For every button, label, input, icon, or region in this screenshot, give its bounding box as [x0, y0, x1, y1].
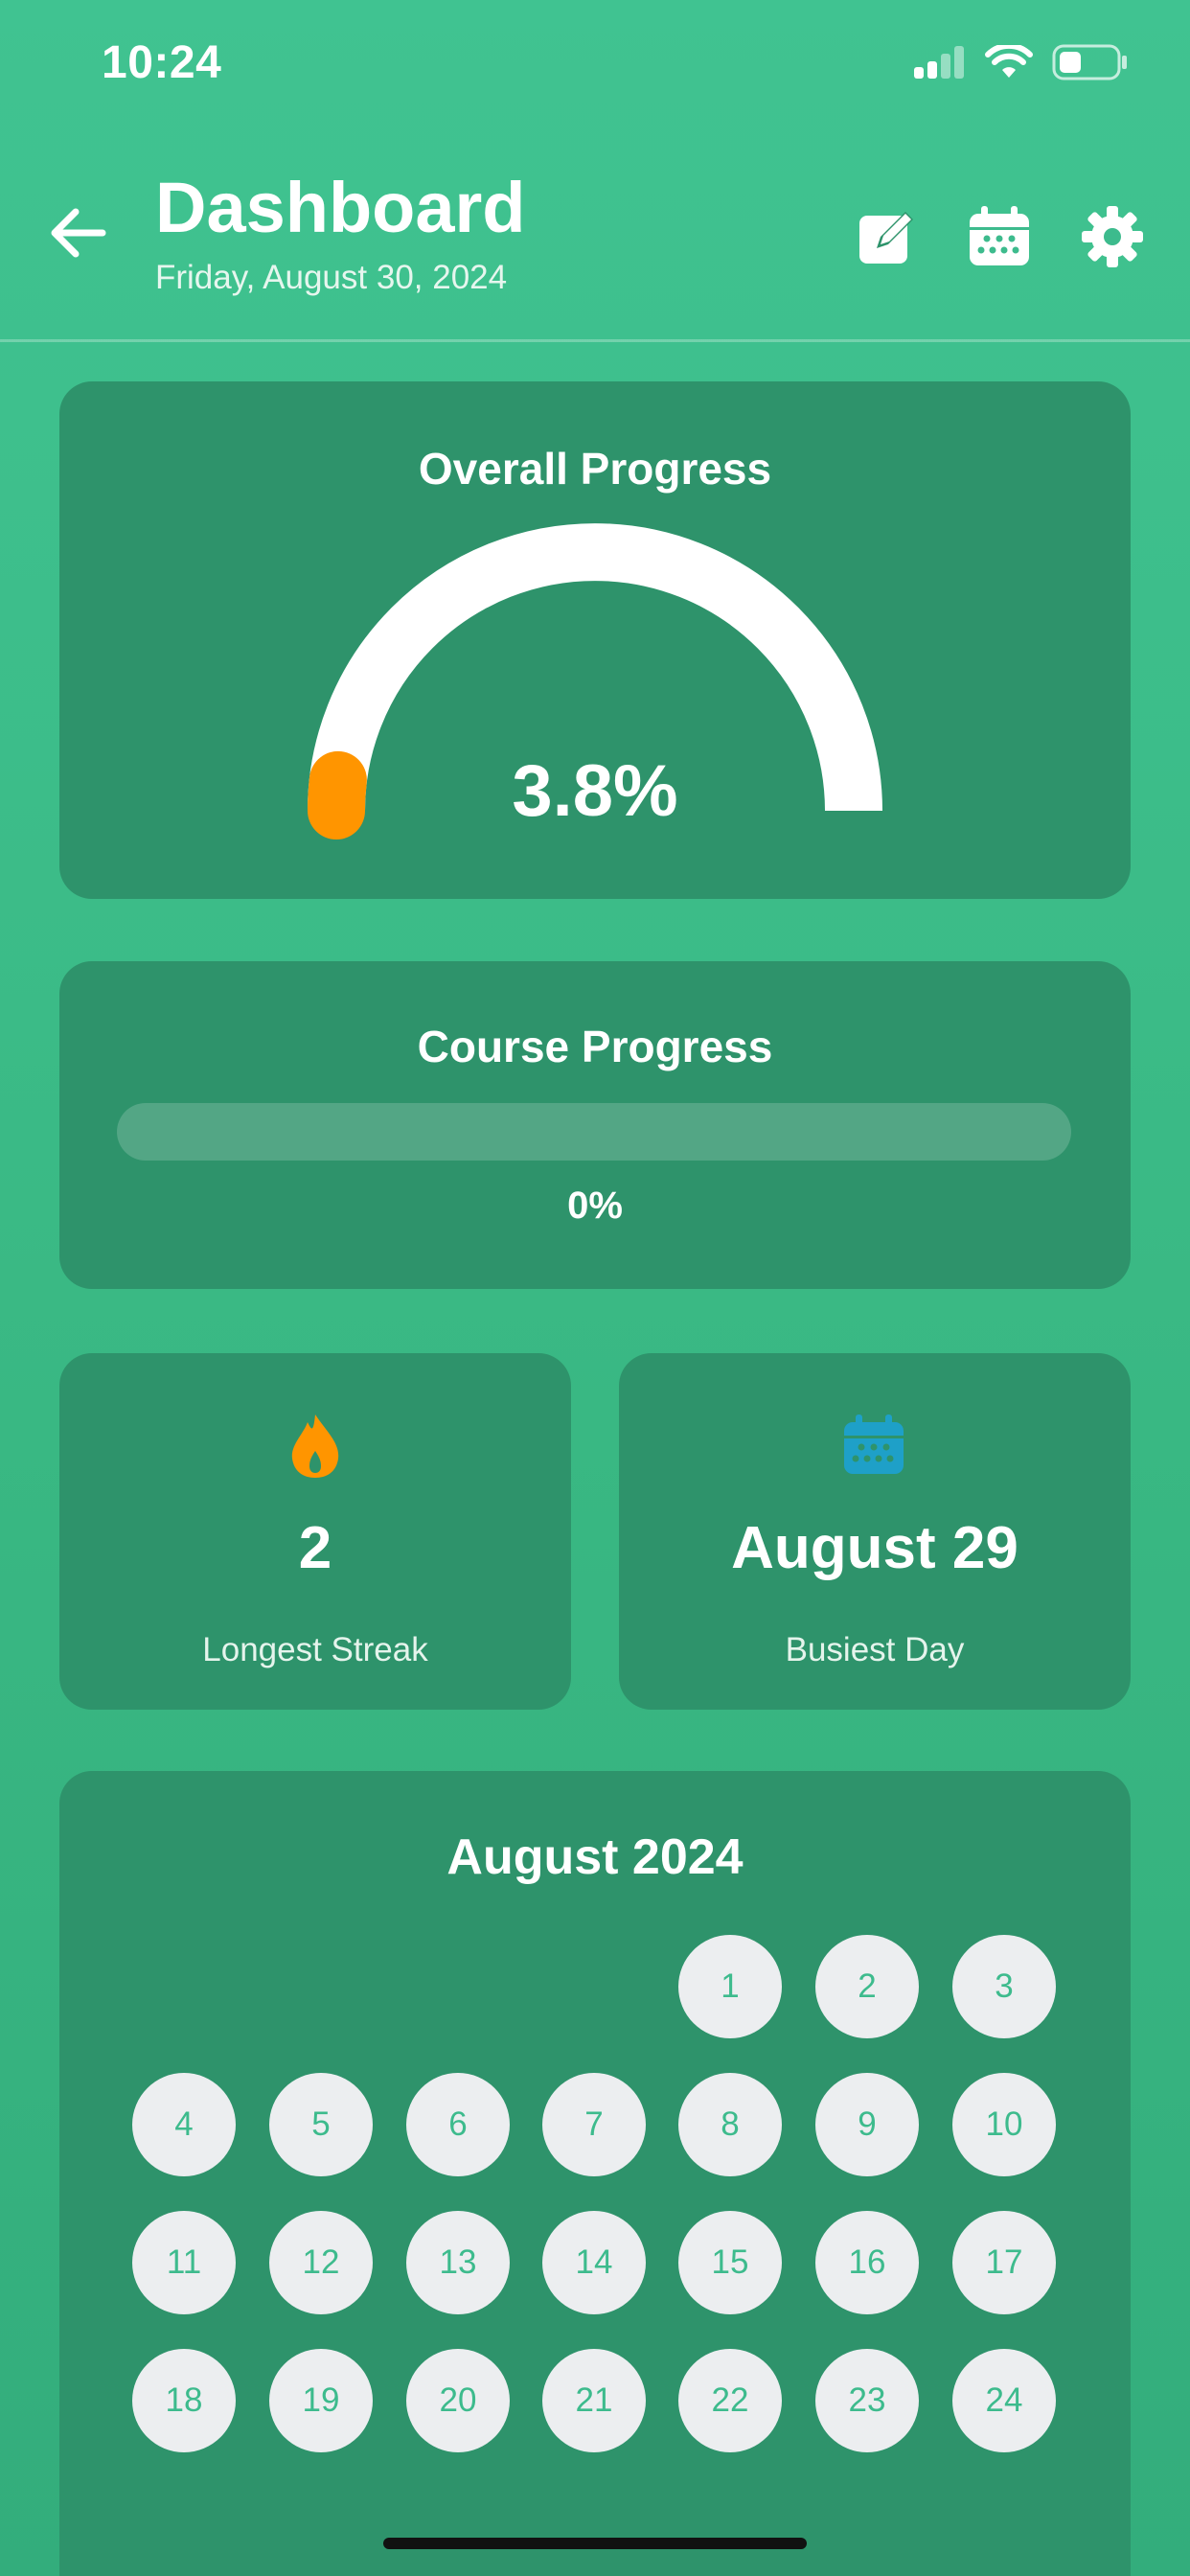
- settings-button[interactable]: [1075, 199, 1150, 274]
- calendar-day-15[interactable]: 15: [678, 2211, 782, 2314]
- calendar-day-20[interactable]: 20: [406, 2349, 510, 2452]
- calendar-day-19[interactable]: 19: [269, 2349, 373, 2452]
- calendar-day-1[interactable]: 1: [678, 1935, 782, 2038]
- busiest-day-label: Busiest Day: [785, 1631, 965, 1668]
- page-title: Dashboard: [155, 168, 526, 247]
- busiest-day-card: August 29 Busiest Day: [619, 1353, 1131, 1710]
- calendar-day-3[interactable]: 3: [952, 1935, 1056, 2038]
- course-progress-bar: [117, 1103, 1071, 1161]
- calendar-day-9[interactable]: 9: [815, 2073, 919, 2176]
- back-arrow-icon: [51, 208, 106, 258]
- calendar-button[interactable]: [962, 199, 1037, 274]
- calendar-day-5[interactable]: 5: [269, 2073, 373, 2176]
- battery-icon: [1052, 44, 1127, 80]
- busiest-day-value: August 29: [731, 1515, 1018, 1581]
- streak-label: Longest Streak: [202, 1631, 428, 1668]
- calendar-icon: [844, 1414, 904, 1474]
- calendar-day-23[interactable]: 23: [815, 2349, 919, 2452]
- streak-value: 2: [298, 1515, 332, 1581]
- calendar-day-12[interactable]: 12: [269, 2211, 373, 2314]
- back-button[interactable]: [44, 199, 111, 266]
- home-indicator: [383, 2538, 807, 2549]
- calendar-day-13[interactable]: 13: [406, 2211, 510, 2314]
- calendar-day-4[interactable]: 4: [132, 2073, 236, 2176]
- status-icons: [912, 44, 1129, 80]
- course-progress-value: 0%: [567, 1184, 623, 1227]
- calendar-day-17[interactable]: 17: [952, 2211, 1056, 2314]
- flame-icon: [291, 1414, 339, 1478]
- page-date: Friday, August 30, 2024: [155, 259, 508, 296]
- wifi-icon: [985, 45, 1033, 78]
- calendar-day-7[interactable]: 7: [542, 2073, 646, 2176]
- calendar-day-16[interactable]: 16: [815, 2211, 919, 2314]
- calendar-day-22[interactable]: 22: [678, 2349, 782, 2452]
- calendar-day-2[interactable]: 2: [815, 1935, 919, 2038]
- gear-icon: [1082, 206, 1143, 267]
- calendar-day-6[interactable]: 6: [406, 2073, 510, 2176]
- calendar-day-21[interactable]: 21: [542, 2349, 646, 2452]
- calendar-icon: [970, 206, 1029, 265]
- overall-progress-value: 3.8%: [512, 750, 678, 832]
- status-time: 10:24: [102, 37, 222, 88]
- edit-button[interactable]: [849, 199, 924, 274]
- calendar-day-14[interactable]: 14: [542, 2211, 646, 2314]
- header-divider: [0, 339, 1190, 342]
- calendar-day-11[interactable]: 11: [132, 2211, 236, 2314]
- calendar-month-title: August 2024: [446, 1829, 744, 1885]
- edit-icon: [859, 212, 913, 264]
- calendar-day-18[interactable]: 18: [132, 2349, 236, 2452]
- signal-icon: [914, 46, 964, 79]
- calendar-day-24[interactable]: 24: [952, 2349, 1056, 2452]
- calendar-day-10[interactable]: 10: [952, 2073, 1056, 2176]
- streak-card: 2 Longest Streak: [59, 1353, 571, 1710]
- course-progress-title: Course Progress: [417, 1022, 773, 1071]
- calendar-day-8[interactable]: 8: [678, 2073, 782, 2176]
